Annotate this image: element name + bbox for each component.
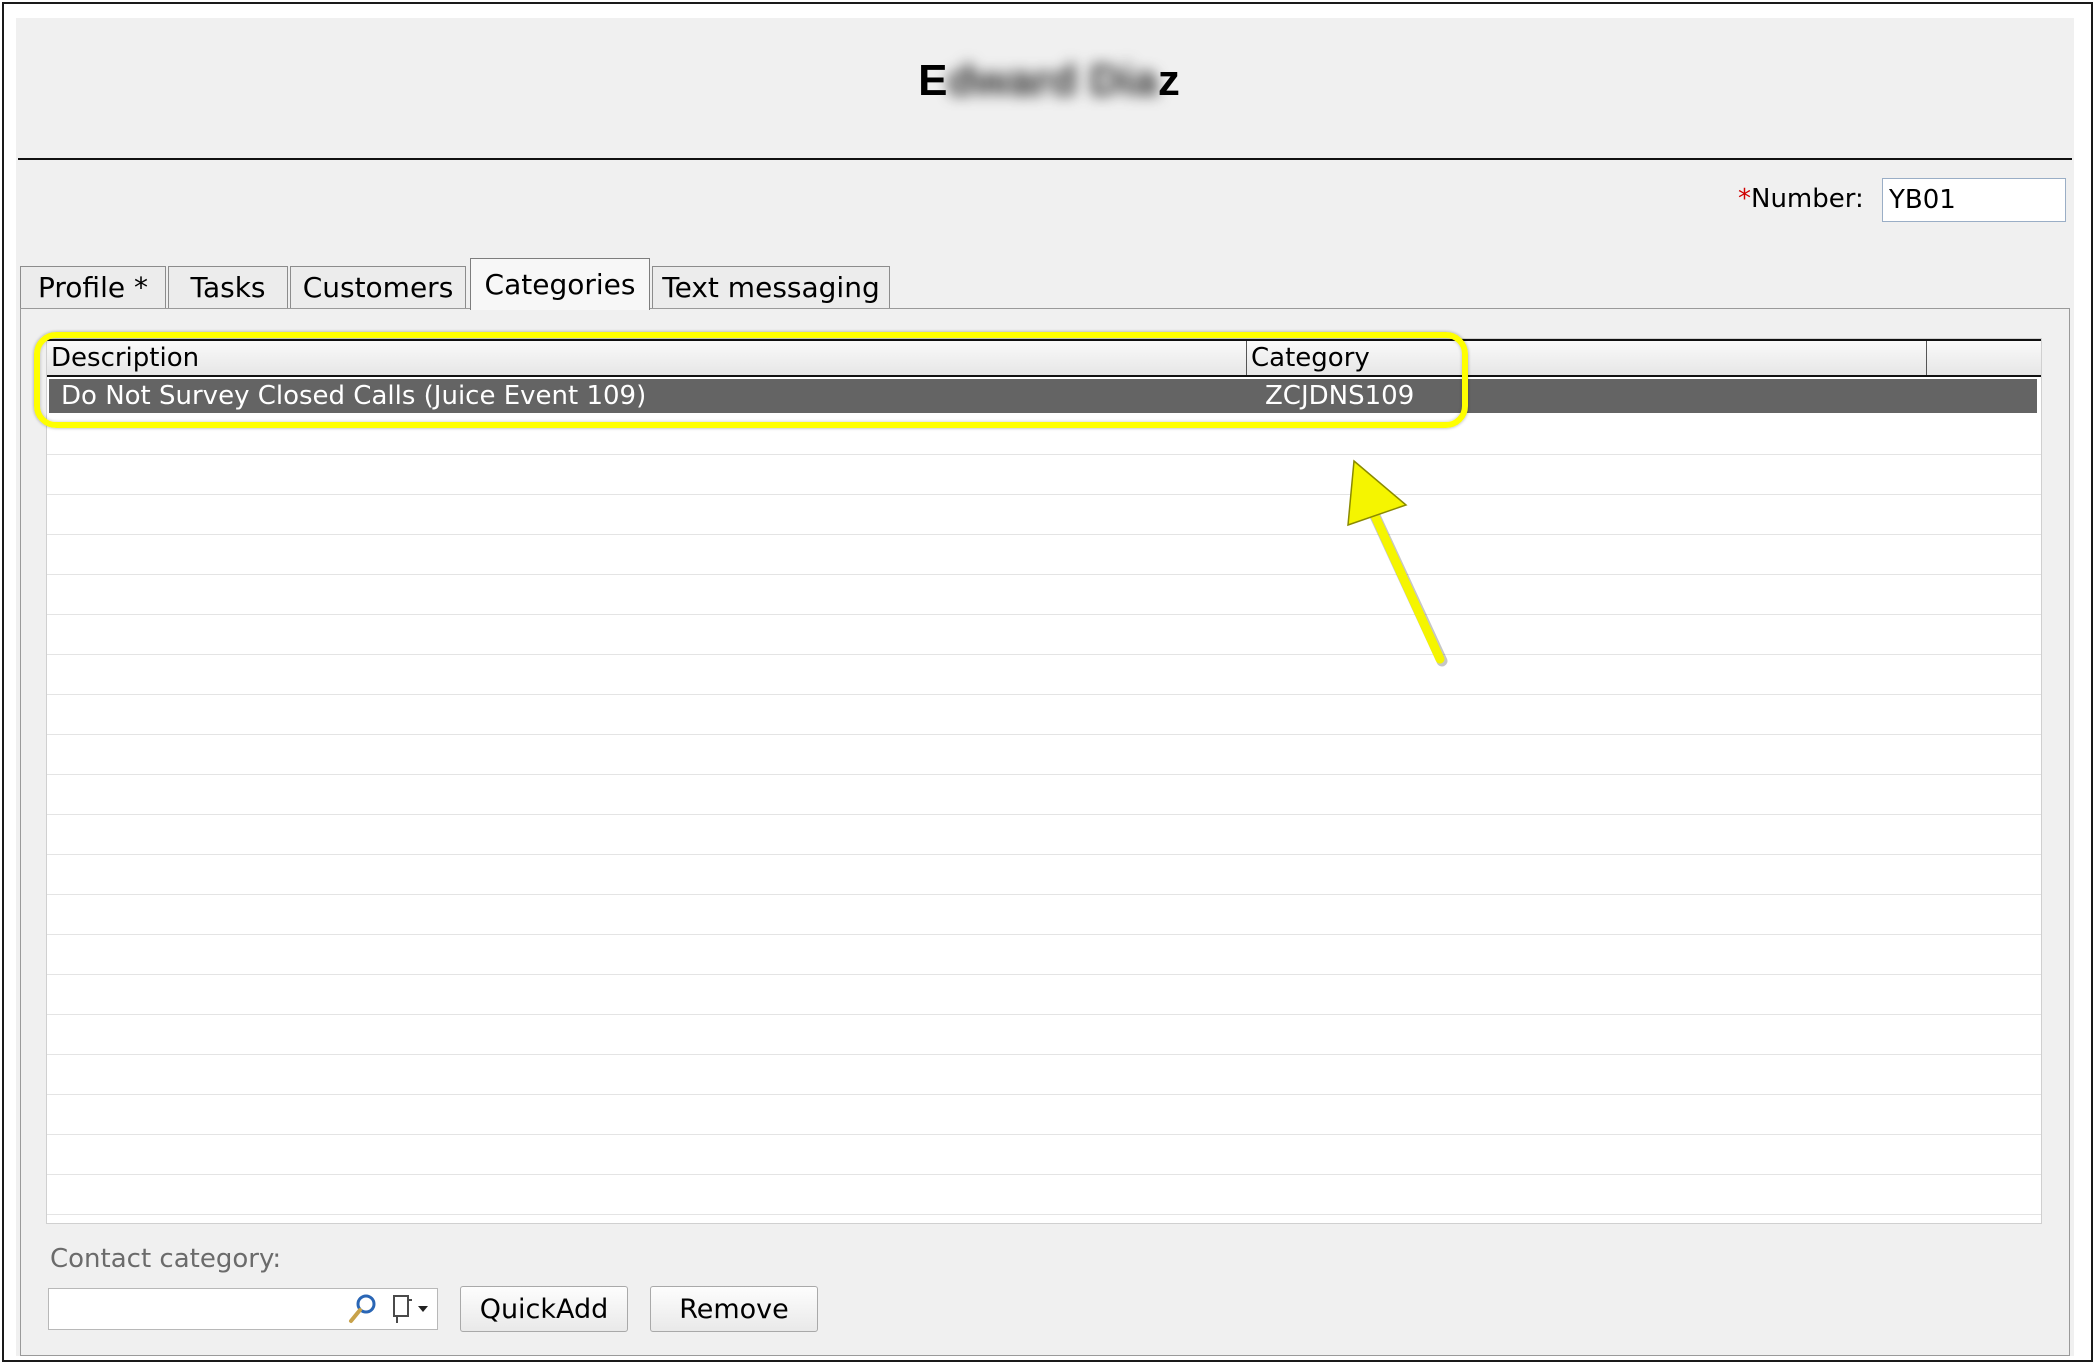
title-last: z xyxy=(1157,56,1180,105)
tab-customers-label: Customers xyxy=(302,271,454,304)
tab-categories-label: Categories xyxy=(484,268,636,301)
title-first: E xyxy=(918,56,948,105)
number-label-text: Number: xyxy=(1751,184,1864,214)
tab-text-messaging[interactable]: Text messaging xyxy=(652,266,890,308)
grid-empty-rows xyxy=(47,415,2041,1223)
tab-text-messaging-label: Text messaging xyxy=(662,271,880,304)
tab-tasks[interactable]: Tasks xyxy=(168,266,288,308)
contact-category-label: Contact category: xyxy=(50,1244,282,1274)
highlight-box xyxy=(34,332,1468,428)
number-input[interactable] xyxy=(1882,178,2066,222)
tab-profile[interactable]: Profile * xyxy=(20,266,166,308)
required-marker: * xyxy=(1738,184,1751,214)
title-blurred: dward Dia xyxy=(947,56,1158,105)
annotation-arrow-icon xyxy=(1347,459,1448,667)
categories-grid[interactable]: Description Category Do Not Survey Close… xyxy=(46,338,2042,1224)
title-divider xyxy=(18,158,2072,160)
magnifier-icon[interactable] xyxy=(346,1290,380,1328)
tab-customers[interactable]: Customers xyxy=(290,266,466,308)
tab-categories[interactable]: Categories xyxy=(470,258,650,310)
quickadd-button[interactable]: QuickAdd xyxy=(460,1286,628,1332)
tab-tasks-label: Tasks xyxy=(190,271,266,304)
number-label: *Number: xyxy=(1738,184,1864,214)
remove-button[interactable]: Remove xyxy=(650,1286,818,1332)
page-title: Edward Diaz xyxy=(0,56,2098,106)
document-dropdown-icon[interactable] xyxy=(388,1290,436,1328)
column-header-filler xyxy=(1927,341,2041,375)
tab-profile-label: Profile * xyxy=(38,271,148,304)
